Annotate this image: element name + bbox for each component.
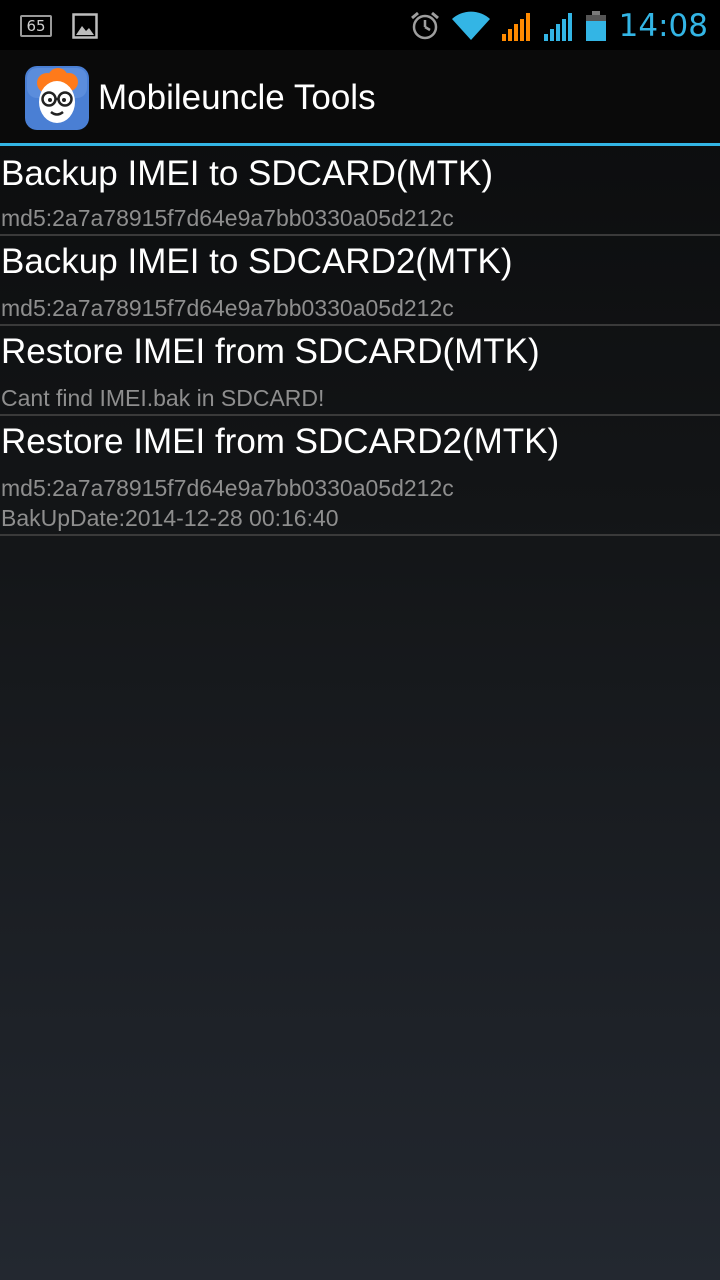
wifi-icon [451, 11, 490, 40]
list-item-backup-date: BakUpDate:2014-12-28 00:16:40 [1, 505, 339, 531]
battery-icon [585, 11, 606, 41]
status-bar-right: 14:08 [399, 6, 708, 46]
list-item-backup-sdcard2[interactable]: Backup IMEI to SDCARD2(MTK) md5:2a7a7891… [0, 236, 720, 326]
status-bar-left: 65 [20, 12, 98, 40]
list-item-title: Backup IMEI to SDCARD2(MTK) [1, 242, 513, 281]
signal-blue-icon [543, 13, 572, 41]
mobileuncle-logo-icon[interactable] [25, 66, 89, 130]
image-icon [72, 13, 98, 39]
list-item-title: Backup IMEI to SDCARD(MTK) [1, 154, 494, 193]
list-item-md5: md5:2a7a78915f7d64e9a7bb0330a05d212c [1, 205, 454, 231]
action-bar: Mobileuncle Tools [0, 50, 720, 143]
signal-orange-icon [501, 13, 530, 41]
list-item-title: Restore IMEI from SDCARD(MTK) [1, 332, 540, 371]
list-item-backup-sdcard[interactable]: Backup IMEI to SDCARD(MTK) md5:2a7a78915… [0, 146, 720, 236]
app-title: Mobileuncle Tools [98, 78, 376, 117]
status-bar: 65 14:08 [0, 0, 720, 50]
list-item-restore-sdcard2[interactable]: Restore IMEI from SDCARD2(MTK) md5:2a7a7… [0, 416, 720, 536]
alarm-icon [410, 11, 439, 40]
list-item-md5: md5:2a7a78915f7d64e9a7bb0330a05d212c [1, 475, 454, 501]
imei-tools-list: Backup IMEI to SDCARD(MTK) md5:2a7a78915… [0, 146, 720, 536]
list-item-restore-sdcard[interactable]: Restore IMEI from SDCARD(MTK) Cant find … [0, 326, 720, 416]
list-item-title: Restore IMEI from SDCARD2(MTK) [1, 422, 560, 461]
clock: 14:08 [618, 8, 708, 44]
list-item-status: Cant find IMEI.bak in SDCARD! [1, 385, 325, 411]
notification-count-icon: 65 [20, 15, 52, 37]
list-item-md5: md5:2a7a78915f7d64e9a7bb0330a05d212c [1, 295, 454, 321]
